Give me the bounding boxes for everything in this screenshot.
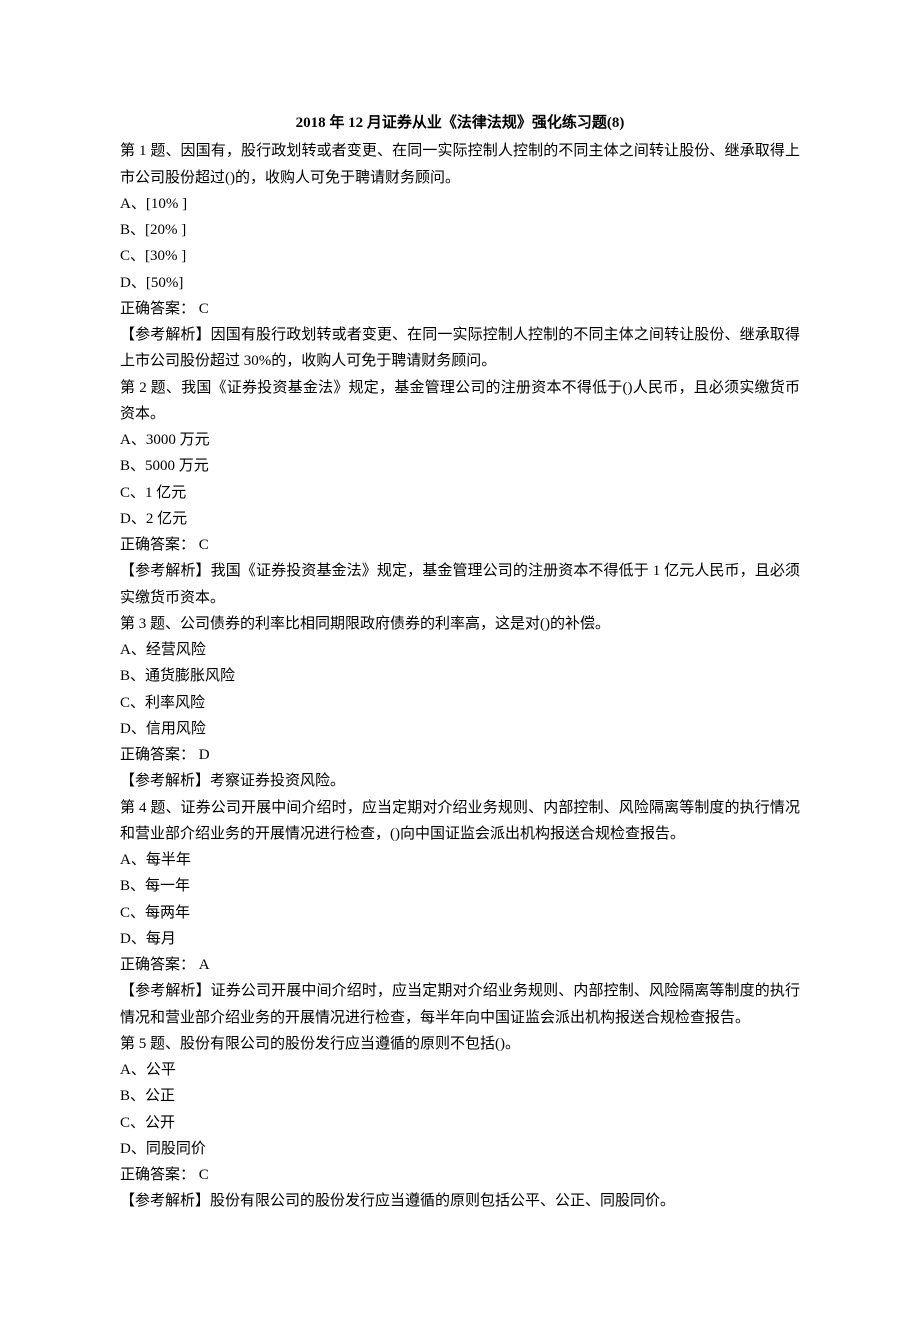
analysis-line: 【参考解析】因国有股行政划转或者变更、在同一实际控制人控制的不同主体之间转让股份… bbox=[120, 322, 800, 375]
question-option: C、[30% ] bbox=[120, 243, 800, 269]
answer-line: 正确答案： C bbox=[120, 296, 800, 322]
question-option: B、[20% ] bbox=[120, 217, 800, 243]
question-option: D、信用风险 bbox=[120, 716, 800, 742]
question-option: A、经营风险 bbox=[120, 637, 800, 663]
question-header: 第 2 题、我国《证券投资基金法》规定，基金管理公司的注册资本不得低于()人民币… bbox=[120, 375, 800, 428]
question-option: A、公平 bbox=[120, 1057, 800, 1083]
analysis-line: 【参考解析】股份有限公司的股份发行应当遵循的原则包括公平、公正、同股同价。 bbox=[120, 1188, 800, 1214]
answer-line: 正确答案： D bbox=[120, 742, 800, 768]
question-option: D、同股同价 bbox=[120, 1136, 800, 1162]
question-option: C、利率风险 bbox=[120, 690, 800, 716]
question-option: A、3000 万元 bbox=[120, 427, 800, 453]
question-option: A、每半年 bbox=[120, 847, 800, 873]
answer-line: 正确答案： A bbox=[120, 952, 800, 978]
analysis-line: 【参考解析】考察证券投资风险。 bbox=[120, 768, 800, 794]
question-option: D、2 亿元 bbox=[120, 506, 800, 532]
question-option: B、通货膨胀风险 bbox=[120, 663, 800, 689]
document-page: 2018 年 12 月证券从业《法律法规》强化练习题(8) 第 1 题、因国有，… bbox=[0, 0, 920, 1325]
question-option: C、1 亿元 bbox=[120, 480, 800, 506]
question-option: C、公开 bbox=[120, 1110, 800, 1136]
answer-line: 正确答案： C bbox=[120, 1162, 800, 1188]
page-title: 2018 年 12 月证券从业《法律法规》强化练习题(8) bbox=[120, 110, 800, 136]
question-option: D、[50%] bbox=[120, 270, 800, 296]
analysis-line: 【参考解析】证券公司开展中间介绍时，应当定期对介绍业务规则、内部控制、风险隔离等… bbox=[120, 978, 800, 1031]
question-header: 第 1 题、因国有，股行政划转或者变更、在同一实际控制人控制的不同主体之间转让股… bbox=[120, 138, 800, 191]
question-header: 第 3 题、公司债券的利率比相同期限政府债券的利率高，这是对()的补偿。 bbox=[120, 611, 800, 637]
question-option: B、每一年 bbox=[120, 873, 800, 899]
question-option: C、每两年 bbox=[120, 900, 800, 926]
question-option: D、每月 bbox=[120, 926, 800, 952]
answer-line: 正确答案： C bbox=[120, 532, 800, 558]
analysis-line: 【参考解析】我国《证券投资基金法》规定，基金管理公司的注册资本不得低于 1 亿元… bbox=[120, 558, 800, 611]
question-option: A、[10% ] bbox=[120, 191, 800, 217]
question-option: B、公正 bbox=[120, 1083, 800, 1109]
question-header: 第 5 题、股份有限公司的股份发行应当遵循的原则不包括()。 bbox=[120, 1031, 800, 1057]
question-header: 第 4 题、证券公司开展中间介绍时，应当定期对介绍业务规则、内部控制、风险隔离等… bbox=[120, 795, 800, 848]
question-option: B、5000 万元 bbox=[120, 453, 800, 479]
